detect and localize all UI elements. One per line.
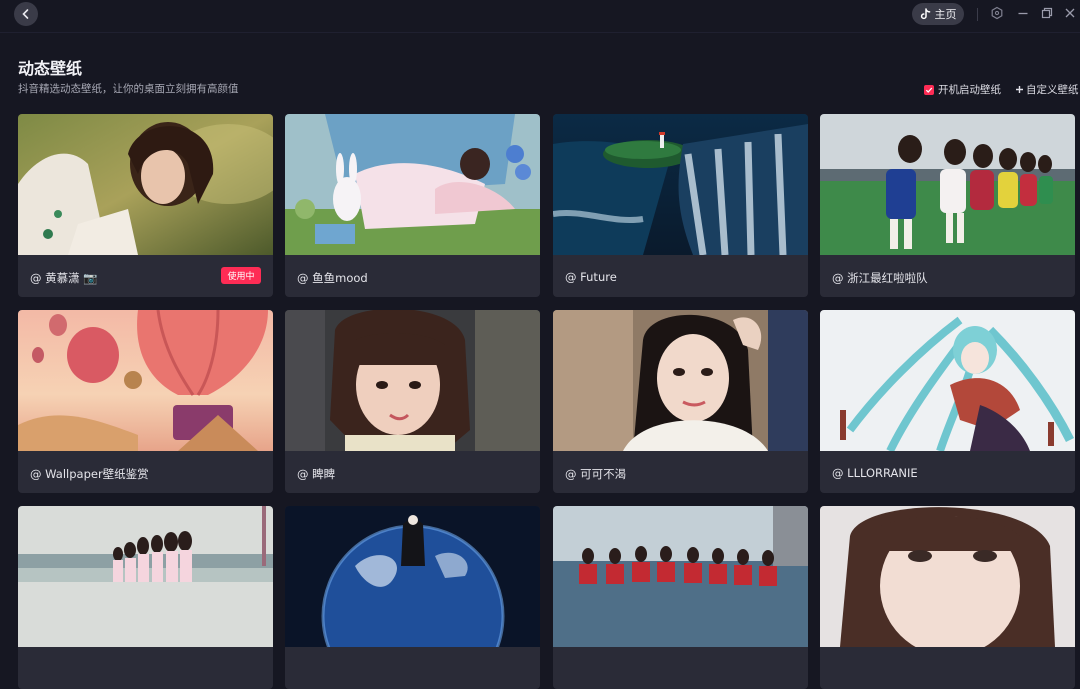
wallpaper-card[interactable]: @ 睥睥 xyxy=(285,310,540,493)
wallpaper-card[interactable]: @ Future xyxy=(553,114,808,297)
page-subtitle: 抖音精选动态壁纸，让你的桌面立刻拥有高颜值 xyxy=(18,83,239,95)
wallpaper-thumbnail[interactable] xyxy=(553,310,808,451)
home-button[interactable]: 主页 xyxy=(912,3,964,25)
wallpaper-card[interactable]: @ 黄慕潇 📷 使用中 xyxy=(18,114,273,297)
wallpaper-author: @ 黄慕潇 📷 xyxy=(30,271,98,285)
wallpaper-card[interactable]: @ LLLORRANIE xyxy=(820,310,1075,493)
wallpaper-author: @ 浙江最红啦啦队 xyxy=(832,271,928,285)
wallpaper-card[interactable]: @ Wallpaper壁纸鉴赏 xyxy=(18,310,273,493)
wallpaper-card[interactable] xyxy=(553,506,808,689)
wallpaper-card[interactable]: @ 可可不渴 xyxy=(553,310,808,493)
wallpaper-thumbnail[interactable] xyxy=(285,310,540,451)
restore-window-icon xyxy=(1041,7,1053,19)
startup-wallpaper-toggle[interactable]: 开机启动壁纸 xyxy=(924,82,1001,97)
in-use-badge: 使用中 xyxy=(221,267,261,284)
restore-button[interactable] xyxy=(1039,5,1055,21)
minimize-icon xyxy=(1018,12,1028,15)
titlebar-divider xyxy=(977,8,978,21)
plus-icon xyxy=(1016,86,1023,93)
checkmark-icon xyxy=(925,87,933,93)
home-label: 主页 xyxy=(934,8,957,21)
custom-label: 自定义壁纸 xyxy=(1026,84,1079,96)
wallpaper-author: @ Future xyxy=(565,270,617,284)
wallpaper-thumbnail[interactable] xyxy=(18,310,273,451)
wallpaper-thumbnail[interactable] xyxy=(553,114,808,255)
hexagon-settings-icon xyxy=(991,6,1003,20)
wallpaper-author: @ 可可不渴 xyxy=(565,467,627,481)
wallpaper-thumbnail[interactable] xyxy=(18,506,273,647)
settings-button[interactable] xyxy=(989,5,1005,21)
wallpaper-card[interactable]: @ 浙江最红啦啦队 xyxy=(820,114,1075,297)
wallpaper-card[interactable] xyxy=(820,506,1075,689)
page-title: 动态壁纸 xyxy=(18,59,83,78)
wallpaper-thumbnail[interactable] xyxy=(18,114,273,255)
wallpaper-thumbnail[interactable] xyxy=(553,506,808,647)
close-icon xyxy=(1065,8,1075,18)
wallpaper-thumbnail[interactable] xyxy=(820,506,1075,647)
chevron-left-icon xyxy=(22,9,29,19)
wallpaper-thumbnail[interactable] xyxy=(285,506,540,647)
wallpaper-author: @ 睥睥 xyxy=(297,467,336,481)
douyin-logo-icon xyxy=(920,8,930,20)
title-bar: 主页 xyxy=(0,0,1080,33)
back-button[interactable] xyxy=(14,2,38,26)
wallpaper-thumbnail[interactable] xyxy=(820,114,1075,255)
custom-wallpaper-button[interactable]: 自定义壁纸 xyxy=(1015,82,1079,97)
wallpaper-author: @ LLLORRANIE xyxy=(832,466,918,480)
wallpaper-thumbnail[interactable] xyxy=(285,114,540,255)
startup-checkbox[interactable] xyxy=(924,84,934,95)
startup-label: 开机启动壁纸 xyxy=(938,84,1001,96)
wallpaper-card[interactable]: @ 鱼鱼mood xyxy=(285,114,540,297)
minimize-button[interactable] xyxy=(1015,5,1031,21)
close-button[interactable] xyxy=(1062,5,1078,21)
wallpaper-author: @ 鱼鱼mood xyxy=(297,271,368,285)
wallpaper-card[interactable] xyxy=(285,506,540,689)
wallpaper-thumbnail[interactable] xyxy=(820,310,1075,451)
wallpaper-author: @ Wallpaper壁纸鉴赏 xyxy=(30,467,149,481)
wallpaper-card[interactable] xyxy=(18,506,273,689)
